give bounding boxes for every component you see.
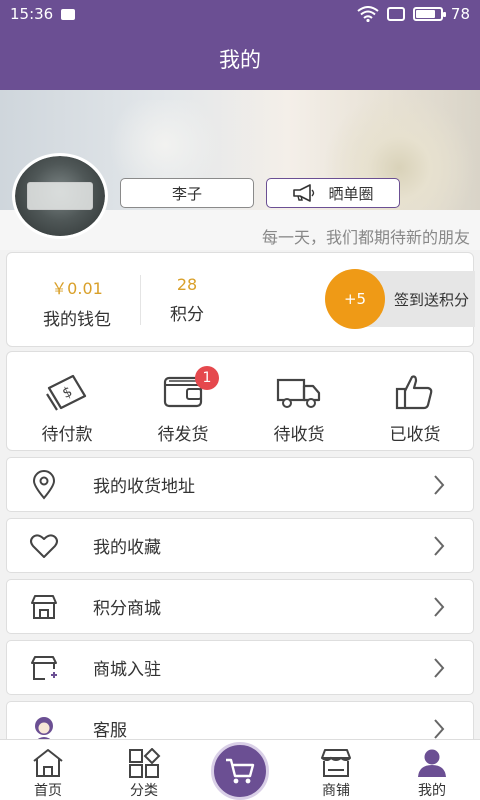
- menu-item-label: 积分商城: [93, 599, 161, 619]
- order-label: 待发货: [157, 425, 209, 445]
- order-pending-receipt[interactable]: 待收货: [241, 372, 357, 445]
- app-header: 我的: [0, 28, 480, 90]
- username: 李子: [171, 184, 202, 203]
- screen-icon: [386, 7, 405, 21]
- nav-label: 商铺: [322, 783, 350, 799]
- order-received[interactable]: 已收货: [357, 372, 473, 445]
- battery-icon: [412, 7, 446, 21]
- status-time: 15:36: [10, 5, 54, 23]
- menu-item-label: 我的收藏: [93, 538, 161, 558]
- wallet-balance[interactable]: ￥0.01 我的钱包: [27, 275, 127, 330]
- order-label: 待付款: [41, 425, 93, 445]
- nav-label: 我的: [418, 783, 446, 799]
- home-icon: [33, 749, 63, 777]
- cart-icon: [226, 758, 255, 784]
- nav-label: 首页: [34, 783, 62, 799]
- divider: [140, 275, 141, 325]
- megaphone-icon: [293, 184, 315, 202]
- banner-decoration: [100, 100, 230, 190]
- wallet-card: ￥0.01 我的钱包 28 积分 签到送积分 +5: [6, 252, 475, 347]
- checkin-bonus: +5: [325, 269, 385, 329]
- chevron-right-icon: [434, 535, 445, 556]
- battery-level: 78: [450, 5, 470, 23]
- checkin-button[interactable]: 签到送积分 +5: [325, 269, 475, 329]
- balance-label: 我的钱包: [43, 310, 111, 330]
- wifi-icon: [357, 6, 379, 22]
- shop-icon: [321, 749, 351, 777]
- share-circle-button[interactable]: 晒单圈: [266, 178, 400, 208]
- username-button[interactable]: 李子: [120, 178, 254, 208]
- menu-item-label: 客服: [93, 721, 127, 741]
- points-value: 28: [176, 275, 198, 294]
- chevron-right-icon: [434, 657, 445, 678]
- user-icon: [418, 749, 446, 777]
- payment-icon: $: [46, 374, 87, 411]
- nav-shop[interactable]: 商铺: [288, 748, 384, 800]
- location-pin-icon: [32, 469, 56, 500]
- store-add-icon: [31, 655, 57, 680]
- category-icon: [129, 748, 161, 778]
- status-bar: 15:36 78: [0, 0, 480, 28]
- truck-icon: [276, 378, 321, 408]
- nav-cart[interactable]: [211, 742, 269, 800]
- points[interactable]: 28 积分: [157, 275, 217, 325]
- thumbs-up-icon: [395, 375, 433, 410]
- nav-category[interactable]: 分类: [96, 748, 192, 800]
- nav-home[interactable]: 首页: [0, 748, 96, 800]
- points-label: 积分: [170, 305, 204, 325]
- menu-item-points-mall[interactable]: 积分商城: [6, 579, 474, 634]
- nav-label: 分类: [130, 783, 158, 799]
- chevron-right-icon: [434, 596, 445, 617]
- chevron-right-icon: [434, 474, 445, 495]
- menu-item-label: 我的收货地址: [93, 477, 195, 497]
- order-label: 已收货: [389, 425, 441, 445]
- balance-value: ￥0.01: [51, 279, 103, 298]
- heart-icon: [30, 533, 58, 558]
- nav-mine[interactable]: 我的: [384, 748, 480, 800]
- notification-icon: [61, 8, 76, 20]
- menu-item-merchant-join[interactable]: 商城入驻: [6, 640, 474, 695]
- order-pending-shipment[interactable]: 1 待发货: [125, 366, 241, 445]
- menu-item-favorites[interactable]: 我的收藏: [6, 518, 474, 573]
- share-label: 晒单圈: [328, 184, 374, 203]
- store-icon: [31, 594, 57, 619]
- svg-text:$: $: [60, 384, 75, 402]
- page-title: 我的: [219, 48, 261, 72]
- bottom-nav: 首页 分类 商铺 我的: [0, 739, 480, 800]
- order-pending-payment[interactable]: $ 待付款: [9, 372, 125, 445]
- menu-item-address[interactable]: 我的收货地址: [6, 457, 474, 512]
- avatar[interactable]: [12, 153, 108, 239]
- chevron-right-icon: [434, 718, 445, 739]
- order-label: 待收货: [273, 425, 325, 445]
- order-badge: 1: [195, 366, 219, 390]
- menu-item-label: 商城入驻: [93, 660, 161, 680]
- orders-card: $ 待付款 1 待发货 待收货 已收货: [6, 351, 474, 451]
- slogan: 每一天，我们都期待新的朋友: [261, 228, 470, 247]
